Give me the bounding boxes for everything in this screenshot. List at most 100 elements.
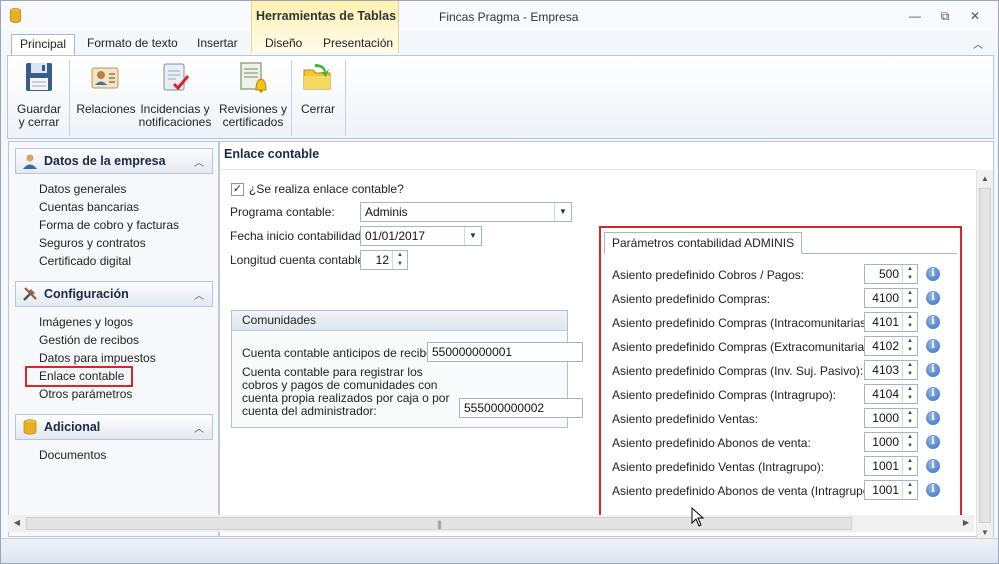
chevron-up-icon[interactable]: ︿ [194,287,204,302]
stepper-arrows[interactable]: ▲ ▼ [902,433,917,451]
param-value: 1001 [872,459,899,473]
sidebar-item-datos-generales[interactable]: Datos generales [39,182,126,196]
sidebar-item-otros-parametros[interactable]: Otros parámetros [39,387,132,401]
sidebar-item-forma-cobro[interactable]: Forma de cobro y facturas [39,218,179,232]
revisiones-label: Revisiones y certificados [218,102,288,129]
sidebar-item-datos-impuestos[interactable]: Datos para impuestos [39,351,156,365]
param-label-compras-isp: Asiento predefinido Compras (Inv. Suj. P… [612,364,864,378]
param-stepper-ventas[interactable]: 1000 ▲ ▼ [864,408,918,428]
stepper-arrows[interactable]: ▲ ▼ [902,289,917,307]
stepper-arrows[interactable]: ▲ ▼ [902,409,917,427]
scroll-thumb[interactable]: ||| [26,517,852,530]
scroll-left-icon[interactable]: ◀ [10,515,24,531]
fecha-inicio-value: 01/01/2017 [365,229,426,243]
stepper-arrows[interactable]: ▲ ▼ [902,313,917,331]
vertical-scrollbar[interactable]: ▲ ▼ [976,170,993,544]
info-icon[interactable]: i [926,291,940,305]
tab-parametros-adminis[interactable]: Parámetros contabilidad ADMINIS [604,232,803,254]
horizontal-scrollbar[interactable]: ◀ ||| ▶ [8,515,974,532]
param-stepper-cobros-pagos[interactable]: 500 ▲ ▼ [864,264,918,284]
stepper-arrows[interactable]: ▲ ▼ [902,337,917,355]
sidebar-item-documentos[interactable]: Documentos [39,448,106,462]
param-label-compras: Asiento predefinido Compras: [612,292,771,306]
tab-formato-texto[interactable]: Formato de texto [79,34,186,55]
sidebar-item-gestion-recibos[interactable]: Gestión de recibos [39,333,139,347]
info-icon[interactable]: i [926,411,940,425]
param-label-compras-extracom: Asiento predefinido Compras (Extracomuni… [612,340,878,354]
scroll-thumb[interactable] [979,188,991,523]
close-button[interactable]: ✕ [965,7,985,25]
chevron-up-icon[interactable]: ︿ [194,154,204,169]
section-datos-empresa[interactable]: Datos de la empresa ︿ [15,148,213,174]
tab-diseno[interactable]: Diseño [257,34,310,55]
revisiones-button[interactable]: Revisiones y certificados [214,60,292,136]
relaciones-button[interactable]: Relaciones [76,60,136,136]
tab-presentacion[interactable]: Presentación [315,34,401,55]
section-adicional[interactable]: Adicional ︿ [15,414,213,440]
sidebar-item-seguros[interactable]: Seguros y contratos [39,236,146,250]
param-value: 4102 [872,339,899,353]
chevron-up-icon[interactable]: ︿ [194,420,204,435]
longitud-cuenta-value: 12 [375,253,389,267]
param-value: 4104 [872,387,899,401]
info-icon[interactable]: i [926,459,940,473]
minimize-button[interactable]: — [905,7,925,25]
anticipos-field[interactable]: 550000000001 [427,342,583,362]
param-stepper-abonos-venta[interactable]: 1000 ▲ ▼ [864,432,918,452]
app-window: Fincas Pragma - Empresa — ⧉ ✕ Herramient… [0,0,999,564]
info-icon[interactable]: i [926,315,940,329]
info-icon[interactable]: i [926,339,940,353]
section-configuracion[interactable]: Configuración ︿ [15,281,213,307]
context-group-title: Herramientas de Tablas [255,9,397,23]
programa-contable-select[interactable]: Adminis ▼ [360,202,572,222]
stepper-arrows[interactable]: ▲ ▼ [902,481,917,499]
param-stepper-compras-intracom[interactable]: 4101 ▲ ▼ [864,312,918,332]
database-icon [23,419,37,435]
incidencias-button[interactable]: Incidencias y notificaciones [138,60,212,136]
info-icon[interactable]: i [926,363,940,377]
param-stepper-ventas-intragrupo[interactable]: 1001 ▲ ▼ [864,456,918,476]
param-stepper-compras-intragrupo[interactable]: 4104 ▲ ▼ [864,384,918,404]
cerrar-button[interactable]: Cerrar [296,60,340,136]
param-stepper-compras-extracom[interactable]: 4102 ▲ ▼ [864,336,918,356]
param-stepper-compras[interactable]: 4100 ▲ ▼ [864,288,918,308]
ribbon-collapse-icon[interactable]: ︿ [973,36,983,51]
info-icon[interactable]: i [926,387,940,401]
enlace-contable-checkbox[interactable]: ✓ [231,183,244,196]
stepper-arrows[interactable]: ▲ ▼ [902,361,917,379]
section-title: Datos de la empresa [44,154,166,168]
chevron-down-icon[interactable]: ▼ [554,203,571,221]
chevron-down-icon[interactable]: ▼ [464,227,481,245]
sidebar-item-imagenes[interactable]: Imágenes y logos [39,315,133,329]
fecha-inicio-label: Fecha inicio contabilidad: [230,229,365,243]
guardar-cerrar-button[interactable]: Guardar y cerrar [10,60,68,136]
param-label-abonos-venta: Asiento predefinido Abonos de venta: [612,436,811,450]
floppy-disk-icon [26,63,52,91]
param-label-abonos-intragrupo: Asiento predefinido Abonos de venta (Int… [612,484,877,498]
info-icon[interactable]: i [926,267,940,281]
info-icon[interactable]: i [926,483,940,497]
user-icon [23,154,37,169]
restore-button[interactable]: ⧉ [935,7,955,25]
section-title: Configuración [44,287,129,301]
main-panel: Enlace contable ✓ ¿Se realiza enlace con… [219,141,994,544]
param-stepper-abonos-intragrupo[interactable]: 1001 ▲ ▼ [864,480,918,500]
sidebar-item-certificado[interactable]: Certificado digital [39,254,131,268]
fecha-inicio-field[interactable]: 01/01/2017 ▼ [360,226,482,246]
tab-principal[interactable]: Principal [11,34,76,56]
registrar-cobros-field[interactable]: 555000000002 [459,398,583,418]
stepper-arrows[interactable]: ▲ ▼ [902,457,917,475]
scroll-right-icon[interactable]: ▶ [959,515,973,531]
stepper-arrows[interactable]: ▲ ▼ [392,251,407,269]
tab-insertar[interactable]: Insertar [189,34,246,55]
stepper-arrows[interactable]: ▲ ▼ [902,265,917,283]
longitud-cuenta-stepper[interactable]: 12 ▲ ▼ [360,250,408,270]
scroll-up-icon[interactable]: ▲ [977,172,993,186]
document-bell-icon [240,62,267,93]
info-icon[interactable]: i [926,435,940,449]
comunidades-title: Comunidades [232,311,567,331]
param-stepper-compras-isp[interactable]: 4103 ▲ ▼ [864,360,918,380]
stepper-arrows[interactable]: ▲ ▼ [902,385,917,403]
sidebar-item-cuentas-bancarias[interactable]: Cuentas bancarias [39,200,139,214]
guardar-cerrar-label: Guardar y cerrar [16,102,62,129]
